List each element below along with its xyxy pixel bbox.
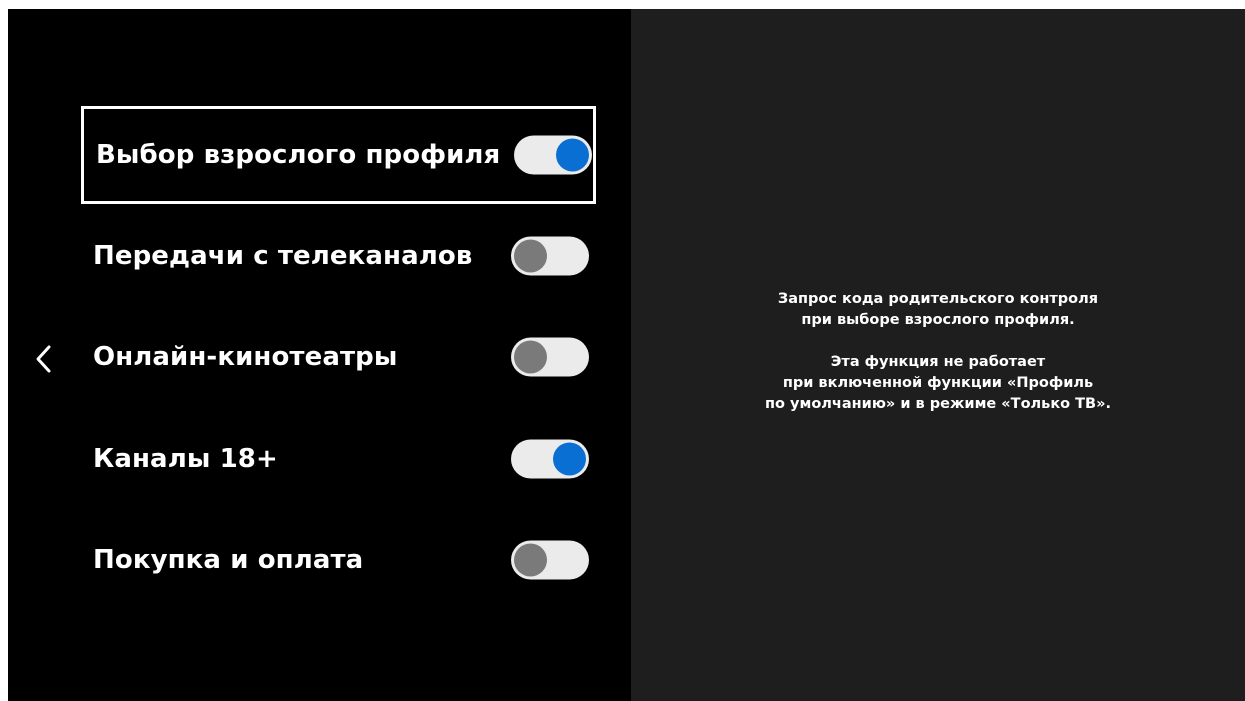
toggle-knob: [556, 138, 589, 172]
description-line: Эта функция не работает: [830, 354, 1046, 370]
setting-description: Запрос кода родительского контроля при в…: [631, 289, 1245, 415]
description-line: при включенной функции «Профиль: [782, 375, 1094, 391]
chevron-left-icon[interactable]: [32, 341, 56, 377]
menu-item-adult-profile[interactable]: Выбор взрослого профиля: [81, 106, 596, 204]
settings-menu-panel: Выбор взрослого профиля Передачи с телек…: [8, 9, 631, 701]
toggle-switch[interactable]: [511, 236, 589, 276]
menu-item-online-cinemas[interactable]: Онлайн-кинотеатры: [81, 308, 596, 406]
menu-item-adult-channels[interactable]: Каналы 18+: [81, 410, 596, 508]
menu-item-label: Каналы 18+: [93, 444, 278, 474]
toggle-knob: [514, 340, 547, 374]
menu-item-tv-programs[interactable]: Передачи с телеканалов: [81, 207, 596, 305]
menu-item-label: Покупка и оплата: [93, 545, 364, 575]
toggle-knob: [514, 543, 547, 577]
tv-screen: Выбор взрослого профиля Передачи с телек…: [8, 9, 1245, 701]
toggle-switch[interactable]: [511, 337, 589, 377]
description-line: при выборе взрослого профиля.: [801, 312, 1075, 328]
toggle-switch[interactable]: [514, 135, 592, 175]
menu-item-label: Передачи с телеканалов: [93, 241, 473, 271]
description-panel: Запрос кода родительского контроля при в…: [631, 9, 1245, 701]
toggle-knob: [514, 239, 547, 273]
menu-item-label: Выбор взрослого профиля: [96, 140, 501, 170]
description-line: Запрос кода родительского контроля: [777, 291, 1099, 307]
menu-item-purchase-payment[interactable]: Покупка и оплата: [81, 511, 596, 609]
toggle-switch[interactable]: [511, 540, 589, 580]
description-line: по умолчанию» и в режиме «Только ТВ».: [765, 396, 1111, 412]
toggle-knob: [553, 442, 586, 476]
toggle-switch[interactable]: [511, 439, 589, 479]
menu-item-label: Онлайн-кинотеатры: [93, 342, 398, 372]
